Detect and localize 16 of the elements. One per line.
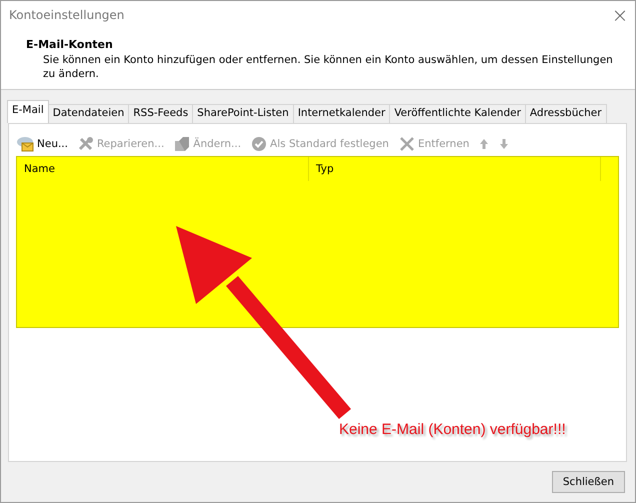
close-button[interactable]: × [605, 1, 635, 30]
checkmark-icon [251, 136, 268, 152]
description-text: Sie können ein Konto hinzufügen oder entfernen. Sie können ein Konto auswählen, um dessen Einstellungen zu ändern. [42, 52, 614, 81]
section-title: E-Mail-Konten [26, 38, 114, 51]
annotation-text: Keine E-Mail (Konten) verfügbar!!! [339, 421, 566, 438]
tab[interactable]: Adressbücher [524, 104, 607, 123]
envelope-icon [16, 136, 34, 152]
tools-icon [78, 136, 94, 152]
toolbar-button[interactable]: Neu... [16, 136, 68, 152]
close-icon [398, 136, 415, 152]
close-dialog-button[interactable]: Schließen [552, 471, 625, 493]
window-title: Kontoeinstellungen [9, 8, 124, 22]
tab[interactable]: E-Mail [7, 100, 49, 123]
window-icon [174, 136, 190, 152]
column-header[interactable]: Name [17, 157, 309, 181]
column-header[interactable]: Typ [309, 157, 601, 181]
